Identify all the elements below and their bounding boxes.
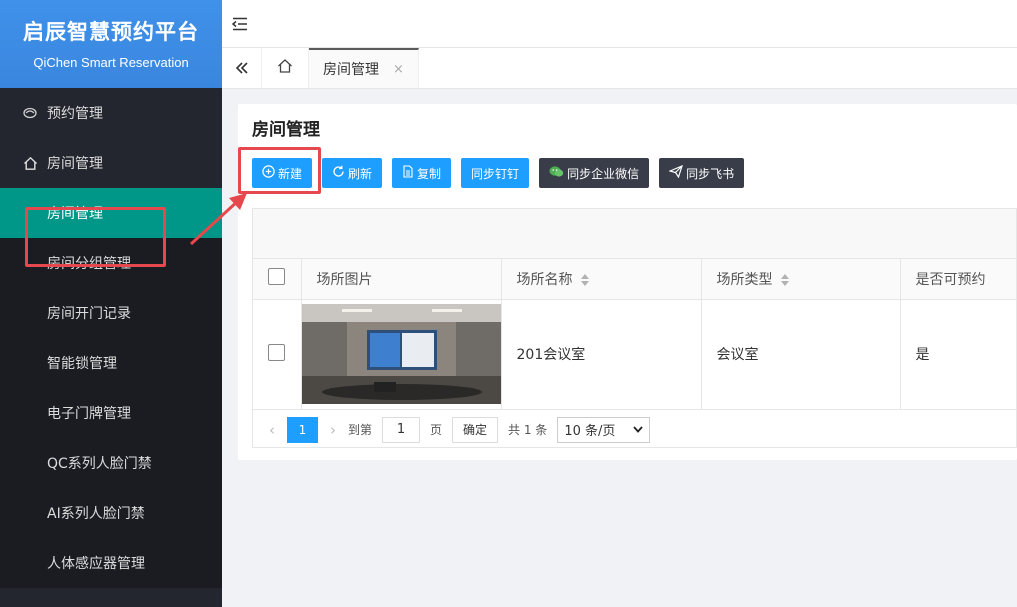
sidebar-item-label: 电子门牌管理 — [47, 406, 131, 422]
sync-dingtalk-button[interactable]: 同步钉钉 — [461, 158, 530, 188]
pagination: ‹ 1 › 到第 1 页 确定 共 1 条 10 条/页 — [253, 410, 1016, 450]
sidebar: 启辰智慧预约平台 QiChen Smart Reservation 预约管理 房… — [0, 0, 222, 607]
sidebar-item-label: 预约管理 — [47, 106, 103, 122]
page-unit-label: 页 — [430, 423, 443, 437]
room-type: 会议室 — [701, 299, 901, 410]
page-size-value: 10 条/页 — [564, 424, 616, 439]
refresh-button-label: 刷新 — [348, 166, 373, 181]
room-name: 201会议室 — [501, 299, 702, 410]
sort-icon[interactable] — [780, 273, 789, 286]
annotation-arrow — [189, 193, 247, 246]
sync-wecom-label: 同步企业微信 — [567, 166, 640, 181]
tab-label: 房间管理 — [323, 62, 379, 78]
select-all-checkbox[interactable] — [268, 268, 285, 286]
page-title: 房间管理 — [252, 120, 320, 140]
header-type-label: 场所类型 — [716, 271, 773, 288]
collapse-menu-icon[interactable] — [231, 16, 248, 36]
document-icon — [402, 165, 414, 181]
goto-label: 到第 — [348, 423, 373, 437]
table-toolbar — [253, 209, 1016, 259]
sort-icon[interactable] — [580, 273, 589, 286]
sidebar-item-label: 智能锁管理 — [47, 356, 117, 372]
sidebar-subitem-door-records[interactable]: 房间开门记录 — [0, 288, 222, 338]
sidebar-item-label: 房间管理 — [47, 156, 103, 172]
brand-header: 启辰智慧预约平台 QiChen Smart Reservation — [0, 0, 222, 88]
top-bar — [222, 0, 1017, 48]
copy-button[interactable]: 复制 — [392, 158, 452, 188]
tab-home[interactable] — [262, 48, 309, 88]
sidebar-subitem-qc-face-access[interactable]: QC系列人脸门禁 — [0, 438, 222, 488]
sidebar-subitem-body-sensor[interactable]: 人体感应器管理 — [0, 538, 222, 588]
total-count: 共 1 条 — [508, 423, 548, 437]
toolbar: 新建 刷新 复制 同步钉钉 同步企业微信 同步飞书 — [252, 158, 754, 188]
side-menu: 预约管理 房间管理 房间管理 房间分组管理 房间开门记录 智能锁管理 电子门牌管… — [0, 88, 222, 588]
sync-wecom-button[interactable]: 同步企业微信 — [539, 158, 650, 188]
next-page-icon[interactable]: › — [330, 421, 336, 439]
tab-room-management[interactable]: 房间管理 × — [309, 48, 419, 88]
header-name-label: 场所名称 — [516, 271, 573, 288]
data-table: 场所图片 场所名称 场所类型 是否可预约 201会议室 会议室 是 ‹ 1 › … — [252, 208, 1017, 448]
home-icon — [277, 58, 293, 78]
sync-feishu-label: 同步飞书 — [686, 166, 735, 181]
brand-title: 启辰智慧预约平台 — [23, 20, 199, 44]
brand-subtitle: QiChen Smart Reservation — [33, 55, 189, 70]
table-header-row: 场所图片 场所名称 场所类型 是否可预约 — [253, 259, 1016, 300]
reservation-icon — [22, 105, 38, 121]
close-icon[interactable]: × — [393, 62, 404, 77]
header-image: 场所图片 — [301, 259, 502, 300]
sync-feishu-button[interactable]: 同步飞书 — [659, 158, 745, 188]
room-bookable: 是 — [900, 299, 1016, 410]
sidebar-subitem-door-sign[interactable]: 电子门牌管理 — [0, 388, 222, 438]
room-table: 场所图片 场所名称 场所类型 是否可预约 201会议室 会议室 是 — [253, 259, 1016, 410]
sidebar-item-reservation[interactable]: 预约管理 — [0, 88, 222, 138]
sidebar-item-label: 人体感应器管理 — [47, 556, 145, 572]
sync-dingtalk-label: 同步钉钉 — [471, 166, 520, 181]
highlight-box-menu — [25, 207, 166, 267]
highlight-box-new-button — [238, 147, 321, 194]
refresh-icon — [332, 165, 345, 181]
wechat-icon — [549, 165, 564, 181]
page-number-current[interactable]: 1 — [287, 416, 318, 443]
sidebar-item-label: AI系列人脸门禁 — [47, 506, 145, 522]
row-select-cell — [253, 299, 302, 410]
refresh-button[interactable]: 刷新 — [322, 158, 383, 188]
table-row: 201会议室 会议室 是 — [253, 299, 1016, 410]
prev-page-icon[interactable]: ‹ — [269, 421, 275, 439]
paper-plane-icon — [668, 164, 684, 181]
sidebar-item-label: 房间开门记录 — [47, 306, 131, 322]
header-name[interactable]: 场所名称 — [501, 259, 702, 300]
sidebar-subitem-ai-face-access[interactable]: AI系列人脸门禁 — [0, 488, 222, 538]
sidebar-item-room[interactable]: 房间管理 — [0, 138, 222, 188]
page-size-select[interactable]: 10 条/页 — [557, 416, 651, 443]
header-type[interactable]: 场所类型 — [701, 259, 901, 300]
tabs-scroll-left-icon[interactable] — [222, 48, 262, 88]
room-image[interactable] — [301, 299, 502, 410]
row-checkbox[interactable] — [268, 343, 285, 361]
sidebar-item-label: QC系列人脸门禁 — [47, 456, 152, 472]
goto-page-input[interactable]: 1 — [382, 416, 421, 443]
copy-button-label: 复制 — [417, 166, 442, 181]
chevron-down-icon — [633, 422, 643, 437]
tabs-bar: 房间管理 × — [222, 48, 1017, 89]
header-select-all — [253, 259, 302, 300]
header-bookable: 是否可预约 — [900, 259, 1016, 300]
home-icon — [22, 155, 38, 171]
content-card: 房间管理 新建 刷新 复制 同步钉钉 同步企业微信 同步飞书 场所图片 场所名称… — [238, 104, 1017, 460]
confirm-button[interactable]: 确定 — [452, 416, 499, 443]
sidebar-subitem-smart-lock[interactable]: 智能锁管理 — [0, 338, 222, 388]
